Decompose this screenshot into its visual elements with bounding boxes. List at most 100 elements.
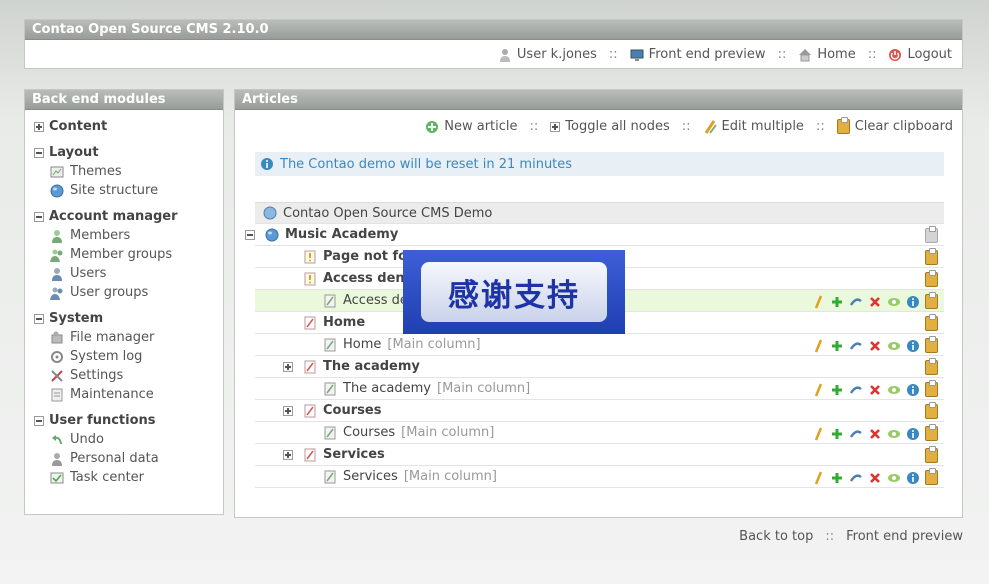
sidebar-item-member-groups[interactable]: Member groups <box>25 245 223 264</box>
sidebar-item-personal-data[interactable]: Personal data <box>25 449 223 468</box>
move-icon[interactable] <box>849 471 863 485</box>
delete-icon[interactable] <box>868 295 882 309</box>
delete-icon[interactable] <box>868 427 882 441</box>
add-icon[interactable] <box>830 427 844 441</box>
sidebar-item-users[interactable]: Users <box>25 264 223 283</box>
main-title: Articles <box>235 90 962 110</box>
paste-icon[interactable] <box>925 314 938 331</box>
file-manager-icon <box>51 331 63 343</box>
edit-multiple-button[interactable]: Edit multiple <box>703 119 804 134</box>
info-icon[interactable] <box>906 471 920 485</box>
expand-icon[interactable] <box>283 362 293 372</box>
paste-icon[interactable] <box>925 336 938 353</box>
paste-icon[interactable] <box>925 380 938 397</box>
info-icon[interactable] <box>906 295 920 309</box>
back-to-top-link[interactable]: Back to top <box>739 529 813 544</box>
move-icon[interactable] <box>849 295 863 309</box>
edit-icon[interactable] <box>811 295 825 309</box>
logout-link[interactable]: Logout <box>888 47 952 62</box>
add-icon[interactable] <box>830 339 844 353</box>
sidebar-item-user-groups[interactable]: User groups <box>25 283 223 302</box>
move-icon[interactable] <box>849 339 863 353</box>
separator: :: <box>777 47 787 62</box>
logout-icon <box>889 48 902 61</box>
info-icon[interactable] <box>906 427 920 441</box>
collapse-icon[interactable] <box>34 147 44 158</box>
sidebar-item-task-center[interactable]: Task center <box>25 468 223 487</box>
sidebar-item-members[interactable]: Members <box>25 226 223 245</box>
visibility-icon[interactable] <box>887 295 901 309</box>
info-icon[interactable] <box>906 383 920 397</box>
paste-icon[interactable] <box>925 424 938 441</box>
article-row[interactable]: Services [Main column] <box>255 466 944 488</box>
paste-icon[interactable] <box>925 292 938 309</box>
separator: :: <box>815 119 825 134</box>
paste-icon[interactable] <box>925 402 938 419</box>
collapse-icon[interactable] <box>34 211 44 222</box>
sidebar-item-settings[interactable]: Settings <box>25 366 223 385</box>
page-row[interactable]: Music Academy <box>245 224 944 246</box>
page-row[interactable]: Courses <box>255 400 944 422</box>
paste-icon[interactable] <box>925 446 938 463</box>
user-link[interactable]: User k.jones <box>498 47 597 62</box>
clear-clipboard-button[interactable]: Clear clipboard <box>836 117 953 134</box>
edit-icon[interactable] <box>811 383 825 397</box>
collapse-icon[interactable] <box>34 313 44 324</box>
front-end-preview-link[interactable]: Front end preview <box>630 47 766 62</box>
edit-icon[interactable] <box>811 471 825 485</box>
move-icon[interactable] <box>849 383 863 397</box>
article-row[interactable]: The academy [Main column] <box>255 378 944 400</box>
sidebar-item-maintenance[interactable]: Maintenance <box>25 385 223 404</box>
page-row[interactable]: Services <box>255 444 944 466</box>
header-nav: User k.jones :: Front end preview :: Hom… <box>498 47 952 62</box>
add-icon[interactable] <box>830 383 844 397</box>
delete-icon[interactable] <box>868 339 882 353</box>
nav-group-header[interactable]: Content <box>25 117 223 136</box>
delete-icon[interactable] <box>868 471 882 485</box>
expand-icon[interactable] <box>34 121 44 132</box>
visibility-icon[interactable] <box>887 339 901 353</box>
separator: :: <box>681 119 691 134</box>
article-icon <box>324 470 336 483</box>
add-icon[interactable] <box>830 295 844 309</box>
collapse-icon[interactable] <box>34 415 44 426</box>
edit-icon[interactable] <box>811 339 825 353</box>
add-icon[interactable] <box>830 471 844 485</box>
paste-icon[interactable] <box>925 226 938 243</box>
nav-group-header[interactable]: Layout <box>25 143 223 162</box>
row-actions <box>925 270 938 287</box>
article-tree: Contao Open Source CMS Demo Music Academ… <box>245 202 944 488</box>
expand-icon[interactable] <box>283 450 293 460</box>
paste-icon[interactable] <box>925 468 938 485</box>
home-link[interactable]: Home <box>798 47 856 62</box>
paste-icon[interactable] <box>925 270 938 287</box>
toggle-all-nodes-button[interactable]: Toggle all nodes <box>550 119 670 134</box>
nav-group-header[interactable]: Account manager <box>25 207 223 226</box>
nav-group-header[interactable]: User functions <box>25 411 223 430</box>
paste-icon[interactable] <box>925 358 938 375</box>
paste-icon[interactable] <box>925 248 938 265</box>
visibility-icon[interactable] <box>887 427 901 441</box>
footer-preview-link[interactable]: Front end preview <box>846 529 963 544</box>
article-row[interactable]: Courses [Main column] <box>255 422 944 444</box>
visibility-icon[interactable] <box>887 383 901 397</box>
new-article-button[interactable]: New article <box>425 119 518 134</box>
article-row[interactable]: Home [Main column] <box>255 334 944 356</box>
row-column: [Main column] <box>437 381 531 396</box>
sidebar-item-file-manager[interactable]: File manager <box>25 328 223 347</box>
sidebar-item-themes[interactable]: Themes <box>25 162 223 181</box>
expand-icon[interactable] <box>283 406 293 416</box>
edit-icon[interactable] <box>811 427 825 441</box>
visibility-icon[interactable] <box>887 471 901 485</box>
page-row[interactable]: The academy <box>255 356 944 378</box>
delete-icon[interactable] <box>868 383 882 397</box>
sidebar-item-undo[interactable]: Undo <box>25 430 223 449</box>
clipboard-icon <box>836 117 850 134</box>
collapse-icon[interactable] <box>245 230 255 240</box>
info-icon[interactable] <box>906 339 920 353</box>
sidebar-item-system-log[interactable]: System log <box>25 347 223 366</box>
sidebar-item-site-structure[interactable]: Site structure <box>25 181 223 200</box>
nav-group-header[interactable]: System <box>25 309 223 328</box>
move-icon[interactable] <box>849 427 863 441</box>
row-actions <box>811 380 938 397</box>
